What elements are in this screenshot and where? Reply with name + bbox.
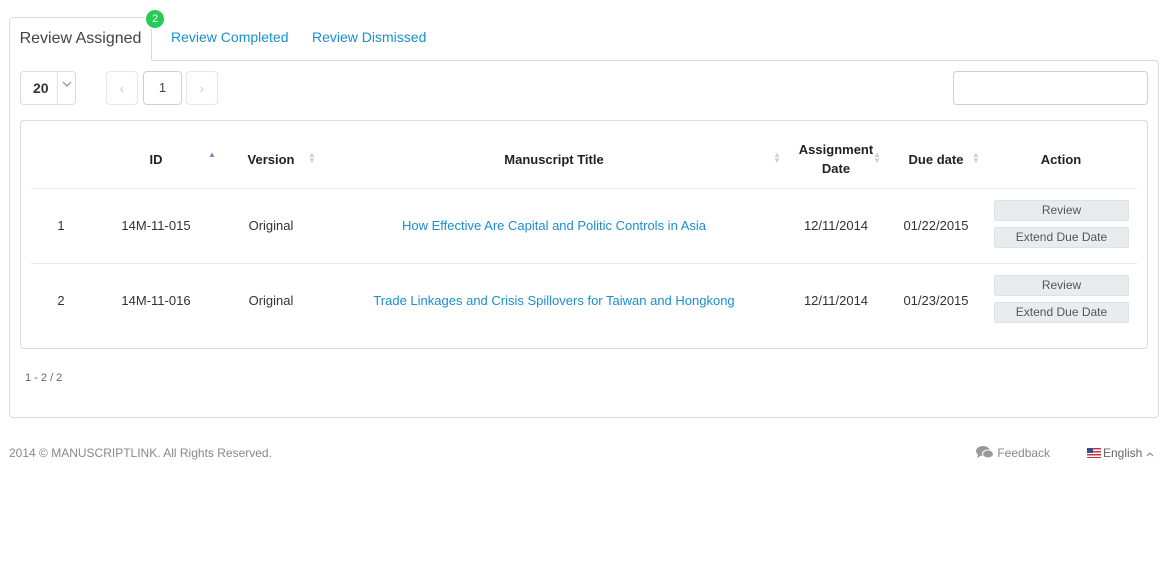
assigned-count-badge: 2 (145, 9, 165, 29)
result-count: 1 - 2 / 2 (25, 372, 63, 384)
feedback-label: Feedback (997, 446, 1051, 460)
review-button[interactable]: Review (994, 200, 1129, 221)
chevron-down-icon[interactable] (60, 79, 74, 91)
sort-icon[interactable]: ▲ ▼ (772, 151, 782, 165)
header-version[interactable]: Version (241, 151, 301, 169)
chat-bubble-icon (976, 446, 997, 460)
prev-page-button[interactable]: ‹ (106, 71, 138, 105)
feedback-link[interactable]: Feedback (976, 446, 1050, 460)
manuscript-version: Original (248, 218, 294, 233)
header-assignment-line1[interactable]: Assignment (791, 141, 881, 159)
per-page-value: 20 (33, 80, 49, 96)
manuscript-title-link[interactable]: Trade Linkages and Crisis Spillovers for… (321, 293, 787, 308)
extend-due-date-button[interactable]: Extend Due Date (994, 227, 1129, 248)
sort-icon[interactable]: ▲ ▼ (307, 151, 317, 165)
sort-icon[interactable]: ▲ ▼ (971, 151, 981, 165)
header-action: Action (1040, 152, 1082, 167)
header-due-date[interactable]: Due date (901, 151, 971, 169)
reviews-table: ID ▲ Version ▲ ▼ Manuscript Title ▲ ▼ Assi… (20, 120, 1148, 349)
per-page-select[interactable]: 20 (20, 71, 76, 105)
row-divider (31, 263, 1137, 264)
review-button[interactable]: Review (994, 275, 1129, 296)
tab-bar: Review Assigned 2 Review Completed Revie… (9, 9, 1159, 61)
per-page-divider (57, 72, 58, 104)
manuscript-version: Original (248, 293, 294, 308)
search-input[interactable] (953, 71, 1148, 105)
current-page[interactable]: 1 (143, 71, 182, 105)
copyright-text: 2014 © MANUSCRIPTLINK. All Rights Reserv… (9, 446, 272, 460)
header-divider (31, 188, 1137, 189)
assignment-date: 12/11/2014 (803, 293, 869, 308)
review-panel: 20 ‹ 1 › ID ▲ Version ▲ ▼ Manuscript Titl… (9, 60, 1159, 418)
due-date: 01/22/2015 (903, 218, 969, 233)
sort-asc-icon[interactable]: ▲ (207, 151, 217, 159)
header-manuscript-title[interactable]: Manuscript Title (461, 151, 647, 169)
sort-icon[interactable]: ▲ ▼ (872, 151, 882, 165)
manuscript-id: 14M-11-016 (121, 293, 191, 308)
tab-review-dismissed[interactable]: Review Dismissed (312, 29, 426, 45)
assignment-date: 12/11/2014 (803, 218, 869, 233)
extend-due-date-button[interactable]: Extend Due Date (994, 302, 1129, 323)
language-selector[interactable]: English (1087, 446, 1154, 460)
due-date: 01/23/2015 (903, 293, 969, 308)
manuscript-title-link[interactable]: How Effective Are Capital and Politic Co… (321, 218, 787, 233)
tab-review-assigned[interactable]: Review Assigned (9, 17, 152, 61)
header-assignment-line2[interactable]: Date (791, 160, 881, 178)
manuscript-id: 14M-11-015 (121, 218, 191, 233)
us-flag-icon (1087, 448, 1101, 458)
next-page-button[interactable]: › (186, 71, 218, 105)
tab-review-completed[interactable]: Review Completed (171, 29, 289, 45)
header-id[interactable]: ID (145, 151, 167, 169)
chevron-up-icon (1146, 446, 1154, 460)
language-label: English (1103, 446, 1143, 460)
row-number: 1 (57, 218, 65, 233)
row-number: 2 (57, 293, 65, 308)
